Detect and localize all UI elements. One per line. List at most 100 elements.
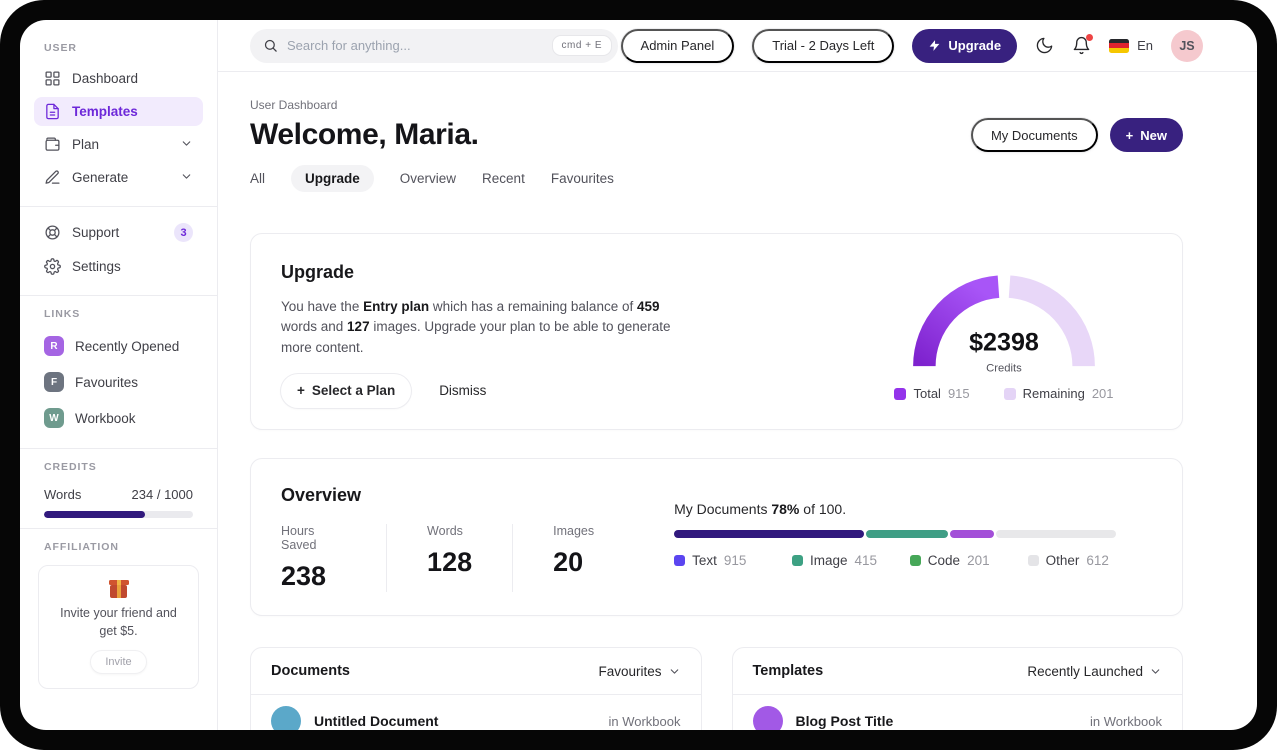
admin-panel-button[interactable]: Admin Panel: [620, 28, 735, 63]
overview-card: Overview Hours Saved 238 Words 128 Image…: [250, 458, 1183, 616]
chevron-down-icon: [180, 170, 193, 186]
legend-code: Code 201: [909, 553, 1028, 568]
progress-legend: Text 915 Image 415 Code 201 Other 612: [674, 553, 1116, 568]
credits-value: 234 / 1000: [131, 487, 193, 502]
bottom-panels: Documents Favourites Untitled Document i…: [250, 647, 1183, 730]
sidebar-item-label: Dashboard: [72, 71, 139, 86]
sidebar-section-credits: CREDITS: [44, 461, 97, 473]
search-placeholder: Search for anything...: [287, 38, 411, 53]
bar-segment-image: [866, 530, 948, 538]
divider: [20, 206, 217, 207]
template-location: in Workbook: [1089, 713, 1162, 729]
file-text-icon: [46, 103, 59, 120]
legend-remaining: Remaining 201: [1003, 386, 1114, 401]
documents-panel-title: Documents: [271, 663, 350, 679]
sidebar-item-templates[interactable]: Templates: [34, 97, 203, 126]
trial-button[interactable]: Trial - 2 Days Left: [752, 28, 895, 63]
german-flag-icon: [1109, 38, 1130, 53]
sidebar-item-dashboard[interactable]: Dashboard: [34, 64, 203, 93]
templates-panel-header: Templates Recently Launched: [732, 648, 1182, 695]
sidebar-item-settings[interactable]: Settings: [34, 252, 203, 281]
invite-button[interactable]: Invite: [90, 650, 147, 674]
select-plan-button[interactable]: + Select a Plan: [281, 373, 412, 408]
sidebar-link-label: Workbook: [75, 410, 136, 426]
language-selector[interactable]: En: [1109, 38, 1153, 53]
sidebar-link-recently-opened[interactable]: R Recently Opened: [34, 330, 203, 362]
link-badge-w: W: [44, 408, 64, 428]
my-documents-button[interactable]: My Documents: [970, 118, 1098, 152]
link-badge-r: R: [44, 336, 64, 356]
tabs: All Upgrade Overview Recent Favourites: [250, 164, 1183, 192]
sidebar-section-user: USER: [44, 42, 77, 54]
upgrade-card: Upgrade You have the Entry plan which ha…: [250, 233, 1183, 430]
template-list-item[interactable]: Blog Post Title in Workbook: [733, 695, 1183, 730]
notifications-button[interactable]: [1072, 34, 1094, 55]
sidebar-item-label: Support: [72, 225, 120, 240]
stacked-progress-bar: [674, 530, 1116, 538]
search-shortcut: cmd + E: [551, 35, 612, 56]
documents-progress: My Documents 78% of 100. Text 915 Image …: [674, 501, 1116, 589]
bar-segment-text: [674, 530, 865, 538]
page-title: Welcome, Maria.: [250, 118, 479, 151]
template-title: Blog Post Title: [795, 713, 894, 729]
tab-favourites[interactable]: Favourites: [551, 171, 614, 186]
plus-icon: +: [297, 383, 305, 399]
chevron-down-icon: [1151, 668, 1160, 674]
title-actions: My Documents + New: [970, 118, 1183, 152]
sidebar-section-affiliation: AFFILIATION: [44, 541, 119, 553]
link-badge-f: F: [44, 372, 64, 392]
sidebar-item-support[interactable]: Support 3: [34, 217, 203, 248]
topbar: Search for anything... cmd + E Admin Pan…: [218, 20, 1257, 72]
tab-overview[interactable]: Overview: [400, 171, 456, 186]
affiliation-card: Invite your friend and get $5. Invite: [38, 565, 199, 689]
templates-panel: Templates Recently Launched Blog Post Ti…: [731, 647, 1183, 730]
wallet-icon: [45, 137, 60, 151]
gauge-legend: Total 915 Remaining 201: [894, 386, 1114, 401]
sidebar: USER Dashboard Templates Plan Generate S…: [20, 20, 218, 730]
upgrade-card-actions: + Select a Plan Dismiss: [281, 373, 681, 408]
moon-icon: [1036, 37, 1053, 54]
stat-hours-saved: Hours Saved 238: [281, 524, 388, 592]
plus-icon: +: [1125, 127, 1134, 143]
templates-filter-dropdown[interactable]: Recently Launched: [1027, 664, 1162, 679]
gauge-label: Credits: [986, 362, 1022, 374]
credits-label: Words: [44, 487, 82, 502]
sidebar-item-plan[interactable]: Plan: [34, 130, 203, 159]
app-window: USER Dashboard Templates Plan Generate S…: [20, 20, 1257, 730]
legend-other: Other 612: [1027, 553, 1116, 568]
upgrade-button[interactable]: Upgrade: [912, 28, 1018, 63]
overview-title: Overview: [281, 485, 362, 505]
dismiss-button[interactable]: Dismiss: [439, 383, 486, 398]
stat-images: Images 20: [553, 524, 595, 577]
upgrade-button-label: Upgrade: [948, 38, 1002, 53]
sidebar-item-label: Plan: [72, 137, 100, 152]
credits-progress-fill: [44, 511, 146, 518]
sidebar-link-workbook[interactable]: W Workbook: [34, 402, 203, 434]
document-location: in Workbook: [608, 713, 681, 729]
chevron-down-icon: [670, 668, 678, 674]
credits-progress-track: [44, 511, 193, 518]
avatar[interactable]: JS: [1171, 29, 1203, 62]
sidebar-item-label: Settings: [72, 259, 121, 274]
dark-mode-toggle[interactable]: [1035, 36, 1054, 55]
tab-all[interactable]: All: [250, 171, 265, 186]
new-button[interactable]: + New: [1109, 118, 1183, 152]
legend-image: Image 415: [791, 553, 910, 568]
document-list-item[interactable]: Untitled Document in Workbook: [251, 695, 701, 730]
upgrade-card-left: Upgrade You have the Entry plan which ha…: [281, 262, 681, 408]
credits-gauge: $2398 Credits Total 915 Remaining 201: [894, 264, 1114, 401]
sidebar-link-label: Favourites: [75, 374, 139, 390]
search-input[interactable]: Search for anything... cmd + E: [250, 28, 618, 63]
sidebar-item-generate[interactable]: Generate: [34, 163, 203, 192]
documents-filter-dropdown[interactable]: Favourites: [598, 664, 680, 679]
pencil-icon: [45, 170, 60, 184]
upgrade-card-title: Upgrade: [281, 262, 355, 282]
legend-remaining-swatch: [1003, 387, 1016, 400]
chevron-down-icon: [180, 137, 193, 153]
topbar-right: Admin Panel Trial - 2 Days Left Upgrade: [620, 28, 1203, 63]
tab-recent[interactable]: Recent: [482, 171, 525, 186]
tab-upgrade[interactable]: Upgrade: [291, 164, 374, 192]
breadcrumb: User Dashboard: [250, 98, 338, 112]
documents-panel-header: Documents Favourites: [251, 648, 701, 695]
sidebar-link-favourites[interactable]: F Favourites: [34, 366, 203, 398]
